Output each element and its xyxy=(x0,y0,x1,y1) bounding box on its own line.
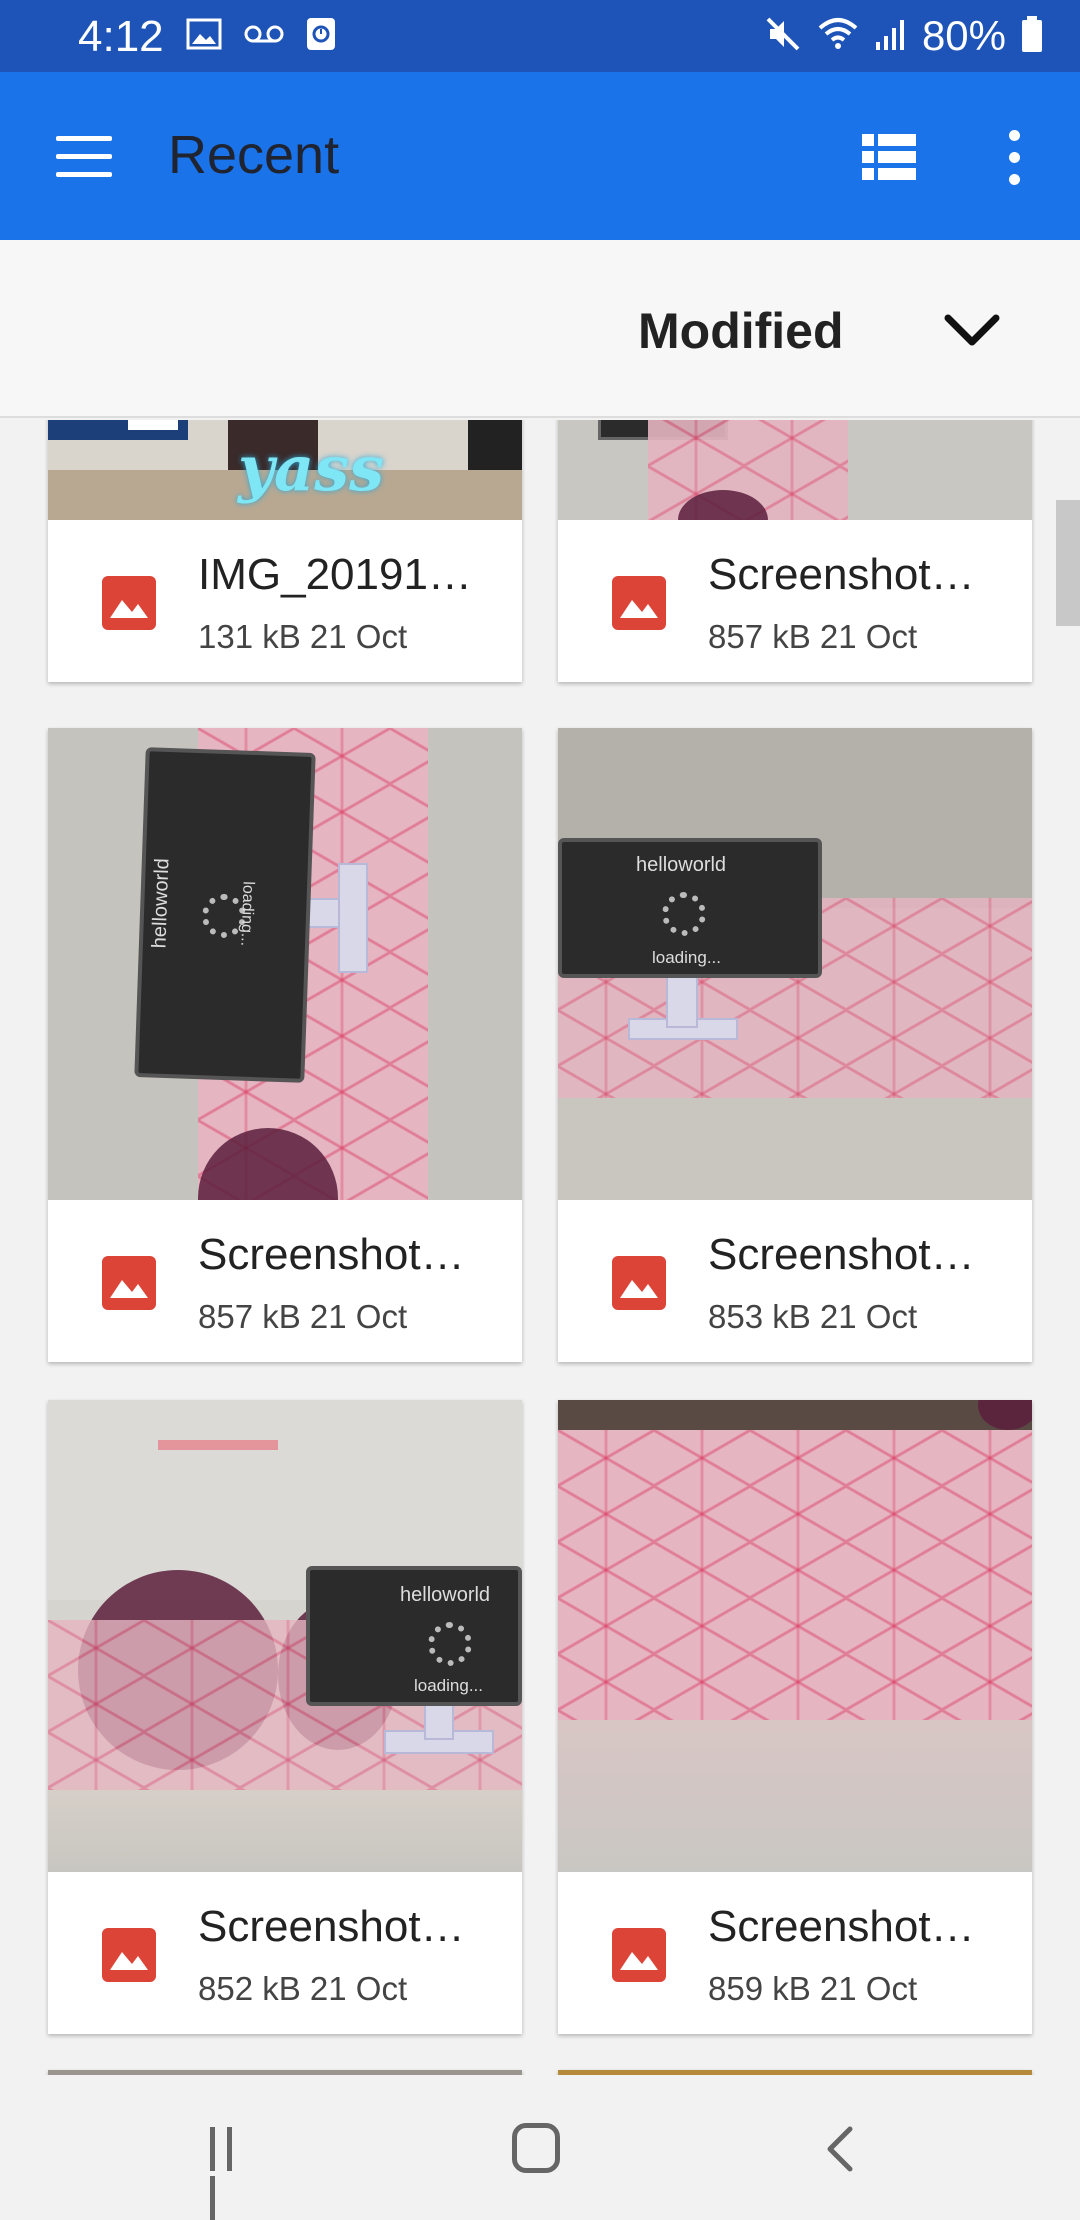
mute-icon xyxy=(764,15,802,58)
home-icon[interactable] xyxy=(512,2123,560,2173)
file-thumbnail: helloworld loading... xyxy=(558,728,1032,1200)
status-time: 4:12 xyxy=(78,12,164,61)
file-card[interactable]: helloworld loading... Screenshot… 853 kB… xyxy=(558,728,1032,1362)
more-vert-icon[interactable] xyxy=(1004,130,1024,186)
hamburger-menu-icon[interactable] xyxy=(56,136,112,178)
file-card[interactable]: Screenshot… 859 kB 21 Oct xyxy=(558,1400,1032,2034)
image-file-icon xyxy=(612,1928,666,1982)
file-meta: 857 kB 21 Oct xyxy=(708,618,918,655)
sticker-text: yass xyxy=(238,432,385,505)
file-info: IMG_20191… 131 kB 21 Oct xyxy=(48,520,522,682)
file-info: Screenshot… 857 kB 21 Oct xyxy=(48,1200,522,1362)
file-thumbnail: helloworld loading... xyxy=(48,728,522,1200)
file-info: Screenshot… 852 kB 21 Oct xyxy=(48,1872,522,2034)
back-icon[interactable] xyxy=(820,2125,860,2173)
image-file-icon xyxy=(102,1928,156,1982)
file-thumbnail xyxy=(558,1400,1032,1872)
list-view-icon[interactable] xyxy=(862,134,916,180)
file-thumbnail xyxy=(558,420,1032,520)
battery-icon xyxy=(1020,15,1044,58)
image-file-icon xyxy=(612,1256,666,1310)
image-file-icon xyxy=(102,576,156,630)
scrollbar[interactable] xyxy=(1056,500,1080,626)
file-name: Screenshot… xyxy=(708,550,975,599)
file-meta: 852 kB 21 Oct xyxy=(198,1970,408,2007)
file-meta: 853 kB 21 Oct xyxy=(708,1298,918,1335)
navigation-bar xyxy=(0,2075,1080,2220)
file-card[interactable]: Screenshot… 857 kB 21 Oct xyxy=(558,420,1032,682)
battery-percent: 80% xyxy=(921,12,1006,59)
file-meta: 131 kB 21 Oct xyxy=(198,618,408,655)
status-bar: 4:12 80% xyxy=(0,0,1080,72)
file-thumbnail: yass xyxy=(48,420,522,520)
file-name: Screenshot… xyxy=(708,1230,975,1279)
recent-apps-icon[interactable] xyxy=(210,2127,256,2220)
file-info: Screenshot… 859 kB 21 Oct xyxy=(558,1872,1032,2034)
chevron-down-icon[interactable] xyxy=(942,310,1002,350)
file-name: Screenshot… xyxy=(198,1902,465,1951)
file-info: Screenshot… 853 kB 21 Oct xyxy=(558,1200,1032,1362)
image-file-icon xyxy=(102,1256,156,1310)
file-meta: 859 kB 21 Oct xyxy=(708,1970,918,2007)
file-name: Screenshot… xyxy=(708,1902,975,1951)
file-name: Screenshot… xyxy=(198,1230,465,1279)
voicemail-icon xyxy=(244,23,284,50)
file-grid: yass IMG_20191… 131 kB 21 Oct Screenshot… xyxy=(0,420,1080,2075)
file-name: IMG_20191… xyxy=(198,550,472,599)
page-title: Recent xyxy=(168,125,340,185)
image-file-icon xyxy=(612,576,666,630)
sort-bar: Modified xyxy=(0,240,1080,418)
file-meta: 857 kB 21 Oct xyxy=(198,1298,408,1335)
wifi-icon xyxy=(816,16,860,57)
image-icon xyxy=(186,18,222,55)
signal-icon xyxy=(874,16,908,57)
file-card[interactable]: helloworld loading... Screenshot… 857 kB… xyxy=(48,728,522,1362)
sort-dropdown[interactable]: Modified xyxy=(638,302,844,360)
file-thumbnail: helloworld loading... xyxy=(48,1400,522,1872)
screen-recorder-icon xyxy=(306,17,336,56)
file-card[interactable]: helloworld loading... Screenshot… 852 kB… xyxy=(48,1400,522,2034)
file-info: Screenshot… 857 kB 21 Oct xyxy=(558,520,1032,682)
app-bar: Recent xyxy=(0,72,1080,240)
file-card[interactable]: yass IMG_20191… 131 kB 21 Oct xyxy=(48,420,522,682)
